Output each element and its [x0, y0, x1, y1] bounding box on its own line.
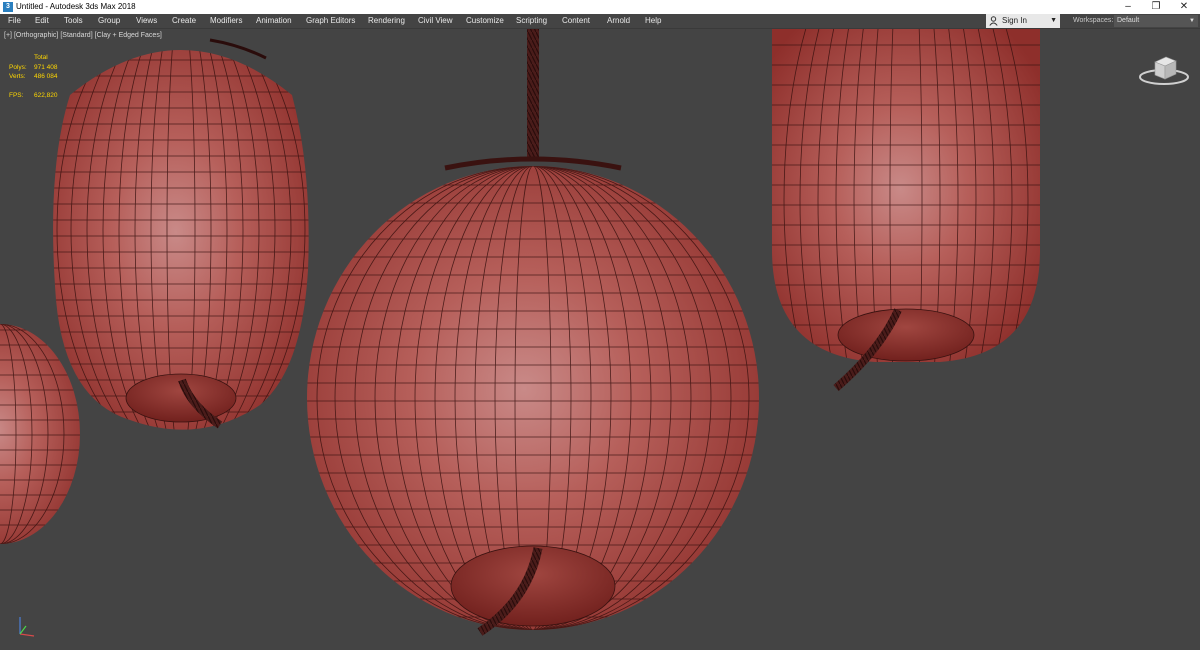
- app-logo-icon: 3: [3, 2, 13, 12]
- polys-value: 971 408: [34, 63, 58, 71]
- viewport-display-menu[interactable]: [Clay + Edged Faces]: [95, 32, 162, 39]
- menu-arnold[interactable]: Arnold: [607, 14, 630, 28]
- polys-label: Polys:: [9, 63, 27, 71]
- viewport-label-menu: [+] [Orthographic] [Standard] [Clay + Edged…: [4, 32, 164, 39]
- restore-button[interactable]: ❐: [1142, 0, 1170, 14]
- viewport-view-menu[interactable]: [Orthographic]: [14, 32, 58, 39]
- sign-in-label: Sign In: [1002, 16, 1027, 25]
- chevron-down-icon: ▼: [1189, 18, 1195, 24]
- menu-rendering[interactable]: Rendering: [368, 14, 405, 28]
- title-bar: 3 Untitled - Autodesk 3ds Max 2018 – ❐ ✕: [0, 0, 1200, 14]
- menu-file[interactable]: File: [8, 14, 21, 28]
- menu-modifiers[interactable]: Modifiers: [210, 14, 242, 28]
- menu-create[interactable]: Create: [172, 14, 196, 28]
- workspaces-select[interactable]: Default ▼: [1114, 15, 1198, 27]
- minimize-button[interactable]: –: [1114, 0, 1142, 14]
- menu-views[interactable]: Views: [136, 14, 157, 28]
- lantern-center: [307, 29, 759, 636]
- close-button[interactable]: ✕: [1170, 0, 1198, 14]
- verts-value: 486 084: [34, 73, 58, 80]
- menu-graph-editors[interactable]: Graph Editors: [306, 14, 355, 28]
- menu-help[interactable]: Help: [645, 14, 661, 28]
- menu-animation[interactable]: Animation: [256, 14, 292, 28]
- menu-customize[interactable]: Customize: [466, 14, 504, 28]
- stats-total-label: Total: [34, 54, 48, 61]
- chevron-down-icon: ▼: [1050, 17, 1057, 24]
- statistics-overlay: Total Polys: 971 408 Verts: 486 084 FPS: 62…: [9, 53, 58, 100]
- lantern-upper-right: [772, 29, 1040, 392]
- lantern-upper-left: [53, 38, 309, 430]
- fps-value: 622,820: [34, 91, 58, 99]
- workspaces-label: Workspaces:: [1073, 17, 1114, 24]
- scene-lanterns: [0, 29, 1040, 636]
- menu-tools[interactable]: Tools: [64, 14, 83, 28]
- axis-tripod-icon: [19, 617, 35, 637]
- viewport-shading-menu[interactable]: [Standard]: [60, 32, 92, 39]
- menu-civil-view[interactable]: Civil View: [418, 14, 453, 28]
- menu-content[interactable]: Content: [562, 14, 590, 28]
- fps-label: FPS:: [9, 91, 24, 99]
- user-icon: [989, 16, 998, 26]
- orthographic-viewport[interactable]: [+] [Orthographic] [Standard] [Clay + Edged…: [0, 29, 1200, 650]
- menu-edit[interactable]: Edit: [35, 14, 49, 28]
- menu-group[interactable]: Group: [98, 14, 120, 28]
- window-title: Untitled - Autodesk 3ds Max 2018: [16, 2, 136, 11]
- verts-label: Verts:: [9, 73, 26, 80]
- viewport-plus-menu[interactable]: [+]: [4, 32, 12, 39]
- workspaces-value: Default: [1117, 17, 1140, 24]
- sign-in-dropdown[interactable]: Sign In ▼: [986, 14, 1060, 28]
- viewcube-icon[interactable]: [1136, 48, 1192, 88]
- menu-scripting[interactable]: Scripting: [516, 14, 547, 28]
